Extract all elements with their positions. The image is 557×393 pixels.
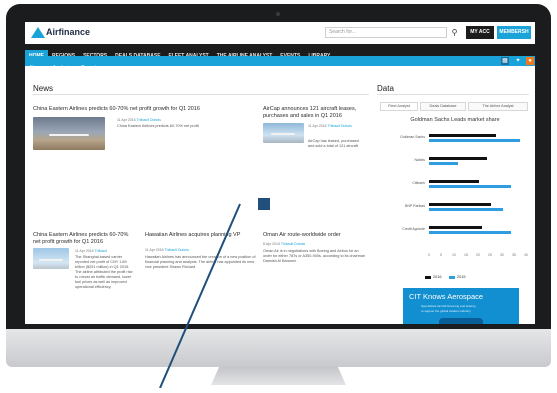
imac-monitor: Airfinance Search for... ⚲ MY ACC MEMBER… xyxy=(6,4,551,388)
pointer-line xyxy=(159,203,241,388)
